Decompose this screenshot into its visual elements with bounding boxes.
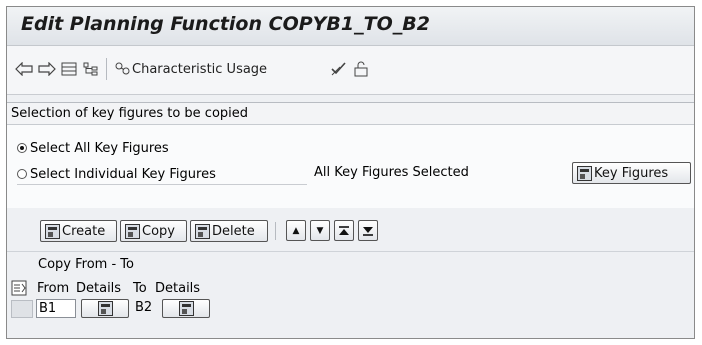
radio-button-checked[interactable] xyxy=(17,143,27,153)
title-bar: Edit Planning Function COPYB1_TO_B2 xyxy=(7,7,694,46)
triangle-up-icon: ▲ xyxy=(292,225,300,236)
details-icon xyxy=(577,165,592,181)
to-details-button[interactable] xyxy=(162,299,210,318)
radio-select-all[interactable]: Select All Key Figures xyxy=(17,138,169,158)
toolbar-separator xyxy=(275,222,276,240)
radio-select-individual-label: Select Individual Key Figures xyxy=(30,166,216,182)
divider xyxy=(7,251,694,252)
activate-icon[interactable] xyxy=(353,57,369,81)
details-icon xyxy=(97,301,113,316)
copy-icon xyxy=(125,223,140,239)
select-all-rows-icon[interactable] xyxy=(11,280,29,298)
column-header-from: From xyxy=(37,281,70,296)
page-title: Edit Planning Function COPYB1_TO_B2 xyxy=(21,13,430,35)
move-up-button[interactable]: ▲ xyxy=(286,220,306,241)
forward-arrow-icon[interactable] xyxy=(38,57,56,81)
details-icon xyxy=(178,301,194,316)
field-underline xyxy=(17,184,307,185)
section-title: Selection of key figures to be copied xyxy=(7,103,694,125)
create-icon xyxy=(45,223,60,239)
column-header-details: Details xyxy=(155,281,201,296)
column-header-to: To xyxy=(133,281,147,296)
copy-table-caption: Copy From - To xyxy=(38,257,134,272)
copy-button-label: Copy xyxy=(142,223,175,239)
row-selector[interactable] xyxy=(11,300,33,318)
create-button-label: Create xyxy=(62,223,106,239)
move-bottom-icon xyxy=(363,226,373,236)
delete-button[interactable]: Delete xyxy=(190,220,268,242)
application-toolbar: Characteristic Usage xyxy=(7,46,694,95)
planning-function-window: Edit Planning Function COPYB1_TO_B2 Char… xyxy=(6,6,695,339)
move-top-icon xyxy=(339,225,349,235)
column-header-details: Details xyxy=(76,281,122,296)
radio-button-unchecked[interactable] xyxy=(17,169,27,179)
to-field[interactable]: B2 xyxy=(134,299,156,318)
move-top-button[interactable] xyxy=(334,220,354,241)
key-figure-selection-section: Selection of key figures to be copied Se… xyxy=(7,102,694,210)
hierarchy-icon[interactable] xyxy=(83,57,99,81)
key-figures-button-label: Key Figures xyxy=(594,165,669,181)
characteristic-usage-icon xyxy=(115,62,130,75)
check-icon[interactable] xyxy=(330,57,348,81)
create-button[interactable]: Create xyxy=(40,220,117,242)
from-field[interactable]: B1 xyxy=(36,299,76,318)
list-view-icon[interactable] xyxy=(61,57,77,81)
triangle-down-icon: ▼ xyxy=(316,225,324,236)
delete-button-label: Delete xyxy=(212,223,255,239)
radio-select-all-label: Select All Key Figures xyxy=(30,140,169,156)
move-down-button[interactable]: ▼ xyxy=(310,220,330,241)
copy-button[interactable]: Copy xyxy=(120,220,187,242)
characteristic-usage-button[interactable]: Characteristic Usage xyxy=(115,57,267,81)
delete-icon xyxy=(195,223,210,239)
back-arrow-icon[interactable] xyxy=(15,57,33,81)
from-details-button[interactable] xyxy=(81,299,129,318)
radio-select-individual[interactable]: Select Individual Key Figures xyxy=(17,164,216,184)
characteristic-usage-label: Characteristic Usage xyxy=(132,61,268,77)
key-figures-button[interactable]: Key Figures xyxy=(572,162,691,184)
selection-status-text: All Key Figures Selected xyxy=(314,165,469,180)
move-bottom-button[interactable] xyxy=(358,220,378,241)
toolbar-separator xyxy=(106,58,107,80)
